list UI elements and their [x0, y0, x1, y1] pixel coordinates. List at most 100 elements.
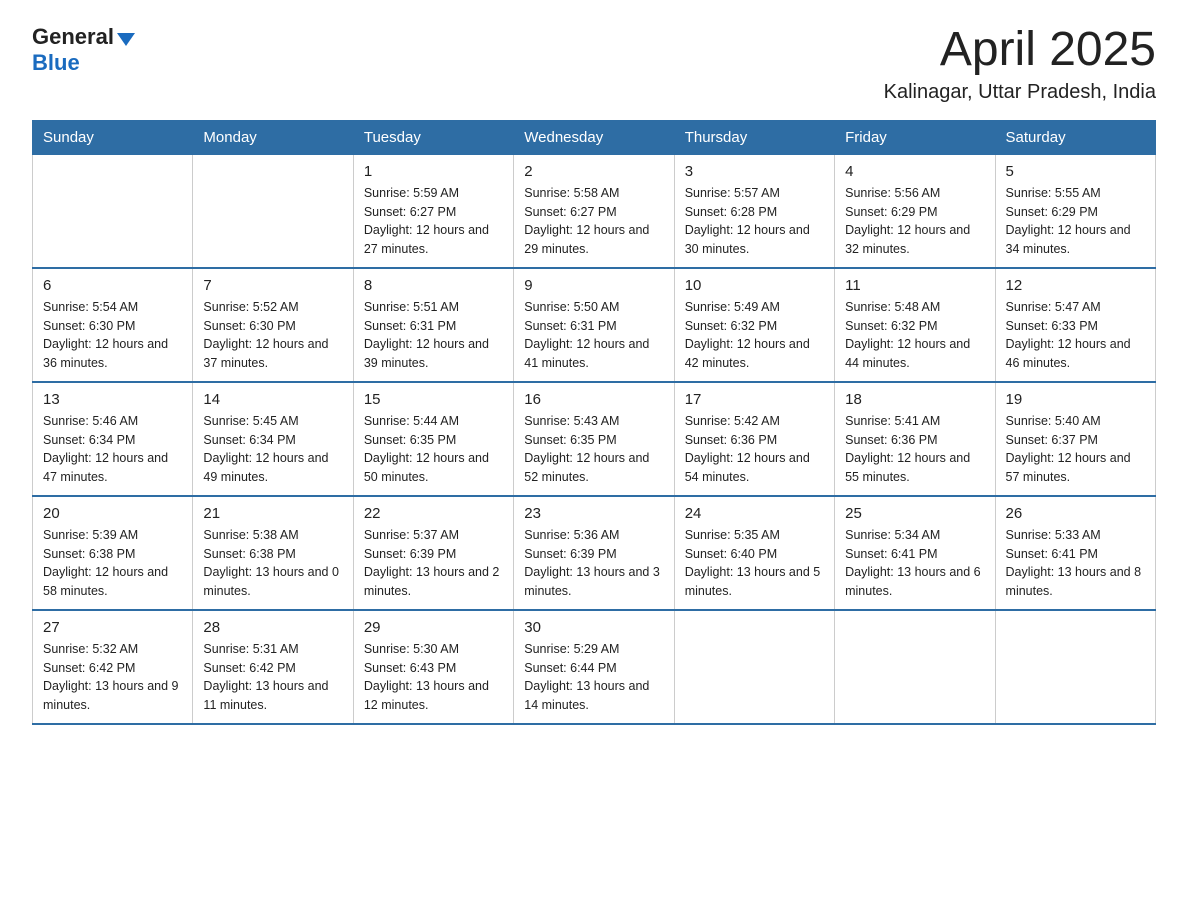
day-number: 13: [43, 391, 182, 408]
day-info: Sunrise: 5:55 AM Sunset: 6:29 PM Dayligh…: [1006, 184, 1145, 259]
day-number: 25: [845, 505, 984, 522]
calendar-header-thursday: Thursday: [674, 120, 834, 154]
calendar-day-cell: 14 Sunrise: 5:45 AM Sunset: 6:34 PM Dayli…: [193, 382, 353, 496]
calendar-week-row: 13Sunrise: 5:46 AM Sunset: 6:34 PM Dayli…: [33, 382, 1156, 496]
calendar-day-cell: 24 Sunrise: 5:35 AM Sunset: 6:40 PM Dayli…: [674, 496, 834, 610]
calendar-day-cell: 6 Sunrise: 5:54 AM Sunset: 6:30 PM Daylig…: [33, 268, 193, 382]
calendar-day-cell: 5 Sunrise: 5:55 AM Sunset: 6:29 PM Daylig…: [995, 154, 1155, 268]
calendar-day-cell: 8 Sunrise: 5:51 AM Sunset: 6:31 PM Daylig…: [353, 268, 513, 382]
day-info: Sunrise: 5:32 AM Sunset: 6:42 PM Dayligh…: [43, 640, 182, 715]
day-info: Sunrise: 5:31 AM Sunset: 6:42 PM Dayligh…: [203, 640, 342, 715]
day-number: 10: [685, 277, 824, 294]
calendar-day-cell: 25 Sunrise: 5:34 AM Sunset: 6:41 PM Dayli…: [835, 496, 995, 610]
calendar-day-cell: 27 Sunrise: 5:32 AM Sunset: 6:42 PM Dayli…: [33, 610, 193, 724]
day-info: Sunrise: 5:33 AM Sunset: 6:41 PM Dayligh…: [1006, 526, 1145, 601]
day-number: 22: [364, 505, 503, 522]
calendar-header-wednesday: Wednesday: [514, 120, 674, 154]
logo-general-text: General: [32, 24, 114, 50]
calendar-header-sunday: Sunday: [33, 120, 193, 154]
day-number: 28: [203, 619, 342, 636]
location-title: Kalinagar, Uttar Pradesh, India: [884, 81, 1156, 104]
day-number: 7: [203, 277, 342, 294]
day-info: Sunrise: 5:49 AM Sunset: 6:32 PM Dayligh…: [685, 298, 824, 373]
day-info: Sunrise: 5:36 AM Sunset: 6:39 PM Dayligh…: [524, 526, 663, 601]
calendar-day-cell: 18Sunrise: 5:41 AM Sunset: 6:36 PM Dayli…: [835, 382, 995, 496]
day-info: Sunrise: 5:30 AM Sunset: 6:43 PM Dayligh…: [364, 640, 503, 715]
day-number: 5: [1006, 163, 1145, 180]
day-info: Sunrise: 5:29 AM Sunset: 6:44 PM Dayligh…: [524, 640, 663, 715]
calendar-day-cell: [835, 610, 995, 724]
day-info: Sunrise: 5:47 AM Sunset: 6:33 PM Dayligh…: [1006, 298, 1145, 373]
day-info: Sunrise: 5:50 AM Sunset: 6:31 PM Dayligh…: [524, 298, 663, 373]
calendar-table: SundayMondayTuesdayWednesdayThursdayFrid…: [32, 120, 1156, 725]
calendar-week-row: 1 Sunrise: 5:59 AM Sunset: 6:27 PM Daylig…: [33, 154, 1156, 268]
calendar-day-cell: 2 Sunrise: 5:58 AM Sunset: 6:27 PM Daylig…: [514, 154, 674, 268]
day-info: Sunrise: 5:59 AM Sunset: 6:27 PM Dayligh…: [364, 184, 503, 259]
calendar-day-cell: 1 Sunrise: 5:59 AM Sunset: 6:27 PM Daylig…: [353, 154, 513, 268]
day-number: 1: [364, 163, 503, 180]
logo-triangle-icon: [117, 33, 135, 46]
day-number: 11: [845, 277, 984, 294]
day-number: 8: [364, 277, 503, 294]
day-number: 19: [1006, 391, 1145, 408]
day-info: Sunrise: 5:44 AM Sunset: 6:35 PM Dayligh…: [364, 412, 503, 487]
day-number: 18: [845, 391, 984, 408]
day-info: Sunrise: 5:57 AM Sunset: 6:28 PM Dayligh…: [685, 184, 824, 259]
calendar-week-row: 27 Sunrise: 5:32 AM Sunset: 6:42 PM Dayli…: [33, 610, 1156, 724]
day-info: Sunrise: 5:51 AM Sunset: 6:31 PM Dayligh…: [364, 298, 503, 373]
calendar-day-cell: 28 Sunrise: 5:31 AM Sunset: 6:42 PM Dayli…: [193, 610, 353, 724]
calendar-header-monday: Monday: [193, 120, 353, 154]
page-header: General Blue April 2025 Kalinagar, Uttar…: [32, 24, 1156, 104]
day-number: 12: [1006, 277, 1145, 294]
day-number: 15: [364, 391, 503, 408]
day-info: Sunrise: 5:35 AM Sunset: 6:40 PM Dayligh…: [685, 526, 824, 601]
day-number: 6: [43, 277, 182, 294]
calendar-day-cell: 21Sunrise: 5:38 AM Sunset: 6:38 PM Dayli…: [193, 496, 353, 610]
calendar-week-row: 6 Sunrise: 5:54 AM Sunset: 6:30 PM Daylig…: [33, 268, 1156, 382]
calendar-day-cell: 30 Sunrise: 5:29 AM Sunset: 6:44 PM Dayli…: [514, 610, 674, 724]
day-info: Sunrise: 5:42 AM Sunset: 6:36 PM Dayligh…: [685, 412, 824, 487]
day-number: 4: [845, 163, 984, 180]
day-number: 2: [524, 163, 663, 180]
calendar-day-cell: 9 Sunrise: 5:50 AM Sunset: 6:31 PM Daylig…: [514, 268, 674, 382]
day-info: Sunrise: 5:40 AM Sunset: 6:37 PM Dayligh…: [1006, 412, 1145, 487]
calendar-day-cell: 12 Sunrise: 5:47 AM Sunset: 6:33 PM Dayli…: [995, 268, 1155, 382]
day-number: 23: [524, 505, 663, 522]
day-number: 20: [43, 505, 182, 522]
calendar-day-cell: 15 Sunrise: 5:44 AM Sunset: 6:35 PM Dayli…: [353, 382, 513, 496]
day-number: 30: [524, 619, 663, 636]
calendar-header-tuesday: Tuesday: [353, 120, 513, 154]
calendar-header-saturday: Saturday: [995, 120, 1155, 154]
day-number: 29: [364, 619, 503, 636]
calendar-header-friday: Friday: [835, 120, 995, 154]
day-info: Sunrise: 5:38 AM Sunset: 6:38 PM Dayligh…: [203, 526, 342, 601]
calendar-day-cell: 26Sunrise: 5:33 AM Sunset: 6:41 PM Dayli…: [995, 496, 1155, 610]
logo-blue-text: Blue: [32, 50, 80, 76]
day-number: 3: [685, 163, 824, 180]
calendar-day-cell: 7 Sunrise: 5:52 AM Sunset: 6:30 PM Daylig…: [193, 268, 353, 382]
calendar-day-cell: [193, 154, 353, 268]
calendar-day-cell: 10 Sunrise: 5:49 AM Sunset: 6:32 PM Dayli…: [674, 268, 834, 382]
day-number: 27: [43, 619, 182, 636]
day-info: Sunrise: 5:43 AM Sunset: 6:35 PM Dayligh…: [524, 412, 663, 487]
day-info: Sunrise: 5:37 AM Sunset: 6:39 PM Dayligh…: [364, 526, 503, 601]
day-number: 16: [524, 391, 663, 408]
day-info: Sunrise: 5:34 AM Sunset: 6:41 PM Dayligh…: [845, 526, 984, 601]
day-number: 9: [524, 277, 663, 294]
calendar-day-cell: [995, 610, 1155, 724]
calendar-header-row: SundayMondayTuesdayWednesdayThursdayFrid…: [33, 120, 1156, 154]
calendar-day-cell: 23 Sunrise: 5:36 AM Sunset: 6:39 PM Dayli…: [514, 496, 674, 610]
calendar-day-cell: 29 Sunrise: 5:30 AM Sunset: 6:43 PM Dayli…: [353, 610, 513, 724]
day-info: Sunrise: 5:56 AM Sunset: 6:29 PM Dayligh…: [845, 184, 984, 259]
month-title: April 2025: [884, 24, 1156, 77]
calendar-day-cell: 13Sunrise: 5:46 AM Sunset: 6:34 PM Dayli…: [33, 382, 193, 496]
day-number: 14: [203, 391, 342, 408]
calendar-day-cell: 20Sunrise: 5:39 AM Sunset: 6:38 PM Dayli…: [33, 496, 193, 610]
day-info: Sunrise: 5:52 AM Sunset: 6:30 PM Dayligh…: [203, 298, 342, 373]
calendar-day-cell: 19 Sunrise: 5:40 AM Sunset: 6:37 PM Dayli…: [995, 382, 1155, 496]
day-info: Sunrise: 5:58 AM Sunset: 6:27 PM Dayligh…: [524, 184, 663, 259]
day-number: 17: [685, 391, 824, 408]
day-number: 24: [685, 505, 824, 522]
day-info: Sunrise: 5:45 AM Sunset: 6:34 PM Dayligh…: [203, 412, 342, 487]
day-info: Sunrise: 5:54 AM Sunset: 6:30 PM Dayligh…: [43, 298, 182, 373]
